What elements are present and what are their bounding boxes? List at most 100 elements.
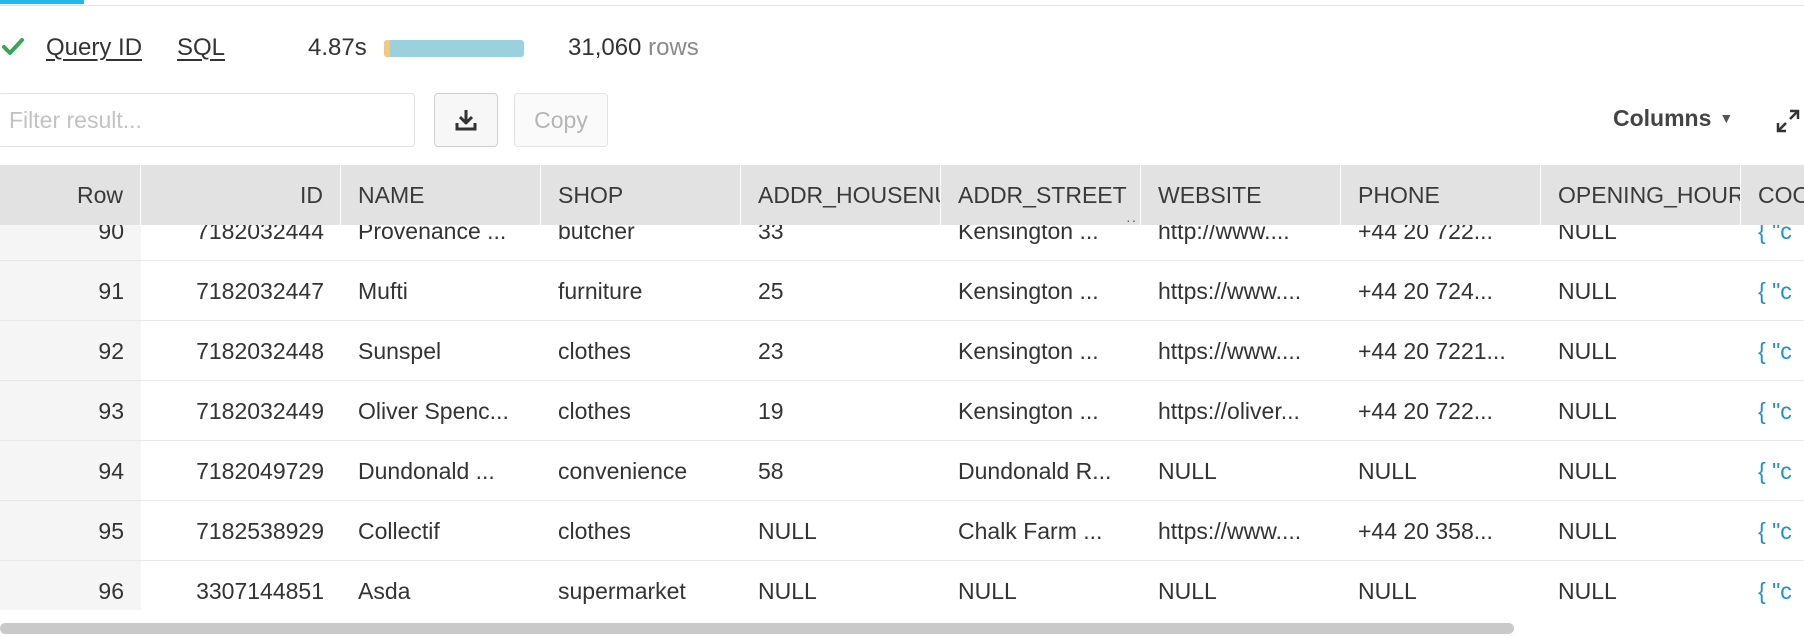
row-count-value: 31,060 — [568, 34, 642, 61]
cell-addr-street[interactable]: Dundonald R... — [941, 441, 1141, 500]
table-row[interactable]: 92 7182032448 Sunspel clothes 23 Kensing… — [0, 321, 1804, 381]
cell-coordinates[interactable]: { "c — [1741, 225, 1804, 260]
cell-shop[interactable]: furniture — [541, 261, 741, 320]
cell-id[interactable]: 7182032449 — [141, 381, 341, 440]
columns-label: Columns — [1613, 105, 1712, 131]
columns-dropdown[interactable]: Columns ▼ — [1613, 105, 1733, 132]
col-header-shop[interactable]: SHOP — [541, 165, 741, 225]
elapsed-time: 4.87s — [308, 34, 367, 61]
cell-opening-hours[interactable]: NULL — [1541, 261, 1741, 320]
table-row[interactable]: 90 7182032444 Provenance ... butcher 33 … — [0, 225, 1804, 261]
cell-shop[interactable]: clothes — [541, 501, 741, 560]
cell-addr-housenumber[interactable]: 23 — [741, 321, 941, 380]
cell-addr-street[interactable]: Kensington ... — [941, 321, 1141, 380]
cell-coordinates[interactable]: { "c — [1741, 321, 1804, 380]
table-row[interactable]: 94 7182049729 Dundonald ... convenience … — [0, 441, 1804, 501]
grid-header: Row ID NAME SHOP ADDR_HOUSENUMBER ADDR_S… — [0, 165, 1804, 227]
cell-id[interactable]: 3307144851 — [141, 561, 341, 610]
cell-name[interactable]: Oliver Spenc... — [341, 381, 541, 440]
cell-addr-street[interactable]: Chalk Farm ... — [941, 501, 1141, 560]
cell-addr-housenumber[interactable]: NULL — [741, 561, 941, 610]
cell-row-number: 91 — [0, 261, 141, 320]
cell-phone[interactable]: +44 20 358... — [1341, 501, 1541, 560]
cell-addr-housenumber[interactable]: 19 — [741, 381, 941, 440]
active-tab-indicator — [0, 0, 84, 4]
table-row[interactable]: 96 3307144851 Asda supermarket NULL NULL… — [0, 561, 1804, 610]
cell-coordinates[interactable]: { "c — [1741, 501, 1804, 560]
cell-addr-housenumber[interactable]: 33 — [741, 225, 941, 260]
cell-opening-hours[interactable]: NULL — [1541, 225, 1741, 260]
cell-name[interactable]: Asda — [341, 561, 541, 610]
cell-name[interactable]: Provenance ... — [341, 225, 541, 260]
cell-coordinates[interactable]: { "c — [1741, 261, 1804, 320]
query-id-link[interactable]: Query ID — [46, 34, 142, 62]
cell-id[interactable]: 7182049729 — [141, 441, 341, 500]
copy-button[interactable]: Copy — [514, 93, 608, 147]
filter-result-input[interactable] — [0, 93, 415, 147]
col-header-addr-housenumber[interactable]: ADDR_HOUSENUMBER — [741, 165, 941, 225]
col-header-addr-street[interactable]: ADDR_STREET — [941, 165, 1141, 225]
cell-shop[interactable]: butcher — [541, 225, 741, 260]
cell-website[interactable]: https://www.... — [1141, 501, 1341, 560]
cell-coordinates[interactable]: { "c — [1741, 561, 1804, 610]
cell-phone[interactable]: +44 20 722... — [1341, 381, 1541, 440]
cell-addr-housenumber[interactable]: NULL — [741, 501, 941, 560]
horizontal-scrollbar[interactable] — [0, 623, 1514, 634]
table-row[interactable]: 93 7182032449 Oliver Spenc... clothes 19… — [0, 381, 1804, 441]
cell-website[interactable]: https://www.... — [1141, 321, 1341, 380]
col-header-website[interactable]: WEBSITE — [1141, 165, 1341, 225]
cell-opening-hours[interactable]: NULL — [1541, 561, 1741, 610]
col-header-opening-hours[interactable]: OPENING_HOURS — [1541, 165, 1741, 225]
cell-website[interactable]: https://oliver... — [1141, 381, 1341, 440]
cell-row-number: 94 — [0, 441, 141, 500]
table-row[interactable]: 91 7182032447 Mufti furniture 25 Kensing… — [0, 261, 1804, 321]
cell-id[interactable]: 7182032444 — [141, 225, 341, 260]
cell-addr-street[interactable]: Kensington ... — [941, 261, 1141, 320]
cell-name[interactable]: Collectif — [341, 501, 541, 560]
cell-id[interactable]: 7182538929 — [141, 501, 341, 560]
cell-coordinates[interactable]: { "c — [1741, 441, 1804, 500]
cell-addr-street[interactable]: Kensington ... — [941, 225, 1141, 260]
table-row[interactable]: 95 7182538929 Collectif clothes NULL Cha… — [0, 501, 1804, 561]
cell-website[interactable]: https://www.... — [1141, 261, 1341, 320]
cell-name[interactable]: Sunspel — [341, 321, 541, 380]
cell-phone[interactable]: +44 20 722... — [1341, 225, 1541, 260]
result-toolbar: Copy Columns ▼ — [0, 93, 1804, 149]
cell-phone[interactable]: +44 20 7221... — [1341, 321, 1541, 380]
progress-start-segment — [384, 40, 390, 57]
cell-coordinates[interactable]: { "c — [1741, 381, 1804, 440]
cell-opening-hours[interactable]: NULL — [1541, 501, 1741, 560]
col-header-name[interactable]: NAME — [341, 165, 541, 225]
cell-addr-street[interactable]: Kensington ... — [941, 381, 1141, 440]
cell-shop[interactable]: clothes — [541, 321, 741, 380]
col-header-id[interactable]: ID — [141, 165, 341, 225]
cell-id[interactable]: 7182032448 — [141, 321, 341, 380]
cell-phone[interactable]: NULL — [1341, 441, 1541, 500]
cell-phone[interactable]: +44 20 724... — [1341, 261, 1541, 320]
cell-opening-hours[interactable]: NULL — [1541, 441, 1741, 500]
col-header-row[interactable]: Row — [0, 165, 141, 225]
cell-shop[interactable]: clothes — [541, 381, 741, 440]
expand-icon[interactable] — [1776, 109, 1800, 133]
sql-link[interactable]: SQL — [177, 34, 225, 62]
cell-row-number: 93 — [0, 381, 141, 440]
cell-addr-street[interactable]: NULL — [941, 561, 1141, 610]
col-header-phone[interactable]: PHONE — [1341, 165, 1541, 225]
download-button[interactable] — [434, 93, 498, 147]
cell-opening-hours[interactable]: NULL — [1541, 321, 1741, 380]
cell-id[interactable]: 7182032447 — [141, 261, 341, 320]
cell-website[interactable]: NULL — [1141, 441, 1341, 500]
cell-opening-hours[interactable]: NULL — [1541, 381, 1741, 440]
cell-name[interactable]: Dundonald ... — [341, 441, 541, 500]
cell-shop[interactable]: supermarket — [541, 561, 741, 610]
column-resize-handle[interactable]: ·· — [1126, 213, 1137, 227]
cell-addr-housenumber[interactable]: 25 — [741, 261, 941, 320]
execution-progress-bar — [384, 40, 524, 57]
cell-website[interactable]: http://www.... — [1141, 225, 1341, 260]
cell-addr-housenumber[interactable]: 58 — [741, 441, 941, 500]
col-header-coordinates[interactable]: COORDINATES — [1741, 165, 1804, 225]
cell-name[interactable]: Mufti — [341, 261, 541, 320]
cell-phone[interactable]: NULL — [1341, 561, 1541, 610]
cell-shop[interactable]: convenience — [541, 441, 741, 500]
cell-website[interactable]: NULL — [1141, 561, 1341, 610]
